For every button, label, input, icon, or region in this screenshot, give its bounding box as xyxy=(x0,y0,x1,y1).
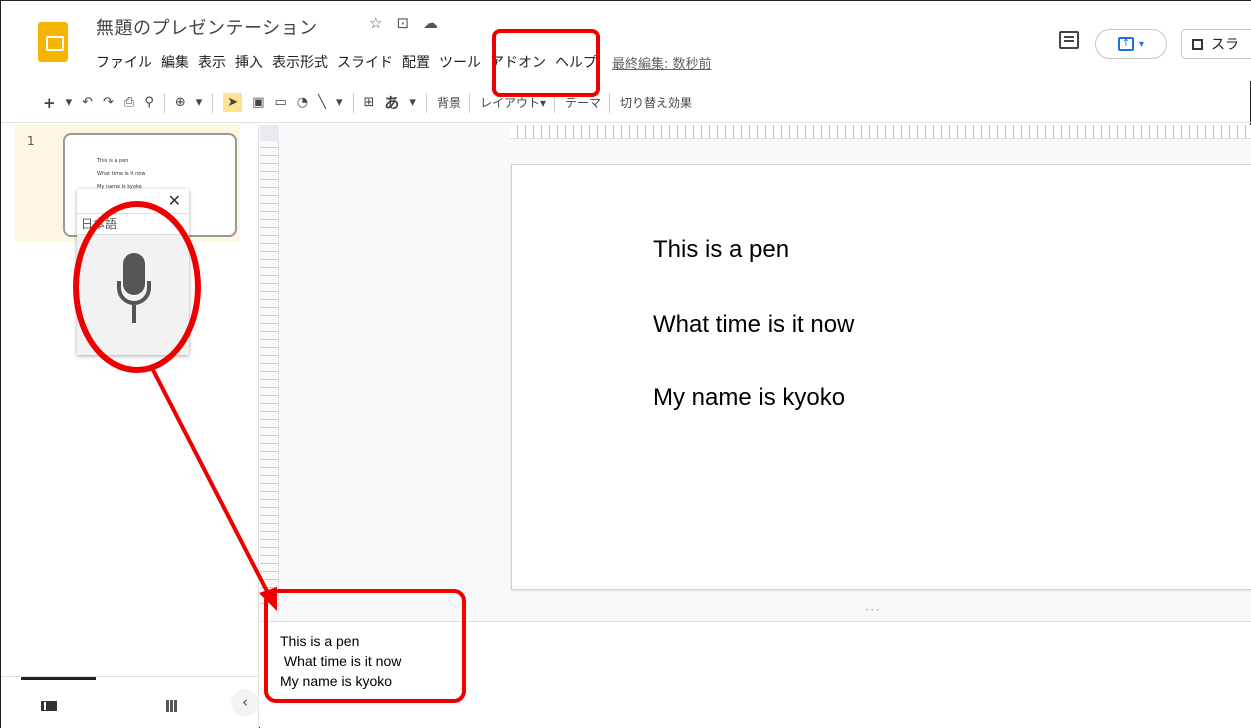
thumb-line: What time is it now xyxy=(97,171,146,177)
document-title[interactable]: 無題のプレゼンテーション xyxy=(96,14,318,40)
app-header: 無題のプレゼンテーション ☆ ⊡ ☁ ファイル 編集 表示 挿入 表示形式 スラ… xyxy=(1,1,1251,81)
upload-icon: ↑ xyxy=(1117,37,1134,51)
vertical-ruler xyxy=(260,141,279,611)
menu-bar: ファイル 編集 表示 挿入 表示形式 スライド 配置 ツール アドオン ヘルプ … xyxy=(96,52,712,72)
menu-format[interactable]: 表示形式 xyxy=(272,52,328,72)
close-icon[interactable]: ✕ xyxy=(168,191,181,210)
comment-add-icon[interactable]: ⊞ xyxy=(364,95,375,110)
slide-text-line[interactable]: What time is it now xyxy=(653,311,854,339)
menu-slide[interactable]: スライド xyxy=(337,52,393,72)
print-icon[interactable]: ⎙ xyxy=(124,95,134,110)
annotation-rectangle-tools xyxy=(492,29,600,97)
paint-format-icon[interactable]: ⚲ xyxy=(144,95,154,110)
input-tools-button[interactable]: あ xyxy=(384,92,399,113)
slide-text-line[interactable]: My name is kyoko xyxy=(653,384,845,412)
menu-edit[interactable]: 編集 xyxy=(161,52,189,72)
slides-logo-icon[interactable] xyxy=(38,22,68,62)
slide-number: 1 xyxy=(27,134,35,148)
star-icon[interactable]: ☆ xyxy=(369,14,382,32)
input-tools-dropdown-icon[interactable]: ▾ xyxy=(409,95,416,110)
dropdown-arrow-icon: ▾ xyxy=(1138,38,1145,50)
toolbar-divider xyxy=(468,92,470,113)
zoom-dropdown-icon[interactable]: ▾ xyxy=(196,95,203,110)
collapse-panel-button[interactable]: ‹ xyxy=(231,689,259,717)
toolbar-divider xyxy=(352,92,354,113)
new-slide-dropdown-icon[interactable]: ▾ xyxy=(66,95,73,110)
horizontal-ruler xyxy=(510,125,1251,139)
toolbar-divider xyxy=(212,92,214,113)
grid-view-icon[interactable] xyxy=(166,700,178,712)
toolbar: + ▾ ↶ ↷ ⎙ ⚲ ⊕ ▾ ➤ ▣ ▭ ◔ ╲ ▾ ⊞ あ ▾ 背景 レイア… xyxy=(1,83,1251,123)
annotation-oval-mic xyxy=(73,201,201,373)
toolbar-divider xyxy=(163,92,165,113)
slide-text-line[interactable]: This is a pen xyxy=(653,236,789,264)
present-to-meeting-button[interactable]: ↑ ▾ xyxy=(1095,29,1167,59)
background-button[interactable]: 背景 xyxy=(437,94,461,111)
line-dropdown-icon[interactable]: ▾ xyxy=(336,95,343,110)
filmstrip-footer: ‹ xyxy=(1,676,259,728)
zoom-icon[interactable]: ⊕ xyxy=(175,95,186,110)
filmstrip-view-icon[interactable] xyxy=(41,701,57,711)
annotation-rect-notes xyxy=(264,589,466,703)
new-slide-icon[interactable]: + xyxy=(43,94,56,112)
menu-view[interactable]: 表示 xyxy=(198,52,226,72)
toolbar-divider xyxy=(609,92,611,113)
toolbar-divider xyxy=(425,92,427,113)
select-cursor-icon[interactable]: ➤ xyxy=(223,93,243,112)
line-icon[interactable]: ╲ xyxy=(318,95,326,110)
slideshow-button[interactable]: スラ xyxy=(1181,29,1251,59)
menu-file[interactable]: ファイル xyxy=(96,52,152,72)
image-icon[interactable]: ▭ xyxy=(275,95,287,110)
menu-arrange[interactable]: 配置 xyxy=(402,52,430,72)
text-box-icon[interactable]: ▣ xyxy=(252,95,264,110)
menu-tools[interactable]: ツール xyxy=(439,52,481,72)
move-folder-icon[interactable]: ⊡ xyxy=(396,14,409,32)
slide-canvas[interactable]: This is a pen What time is it now My nam… xyxy=(511,164,1251,590)
present-icon xyxy=(1192,38,1203,50)
redo-icon[interactable]: ↷ xyxy=(103,95,114,110)
active-view-indicator xyxy=(21,677,96,680)
shape-icon[interactable]: ◔ xyxy=(297,95,308,110)
thumb-line: This is a pen xyxy=(97,158,129,164)
cloud-status-icon[interactable]: ☁ xyxy=(423,14,438,32)
transition-button[interactable]: 切り替え効果 xyxy=(620,94,692,111)
last-edit-link[interactable]: 最終編集: 数秒前 xyxy=(612,52,712,72)
undo-icon[interactable]: ↶ xyxy=(82,95,93,110)
comment-history-icon[interactable] xyxy=(1059,31,1079,49)
title-icons: ☆ ⊡ ☁ xyxy=(369,14,438,32)
menu-insert[interactable]: 挿入 xyxy=(235,52,263,72)
slideshow-label: スラ xyxy=(1211,37,1239,53)
